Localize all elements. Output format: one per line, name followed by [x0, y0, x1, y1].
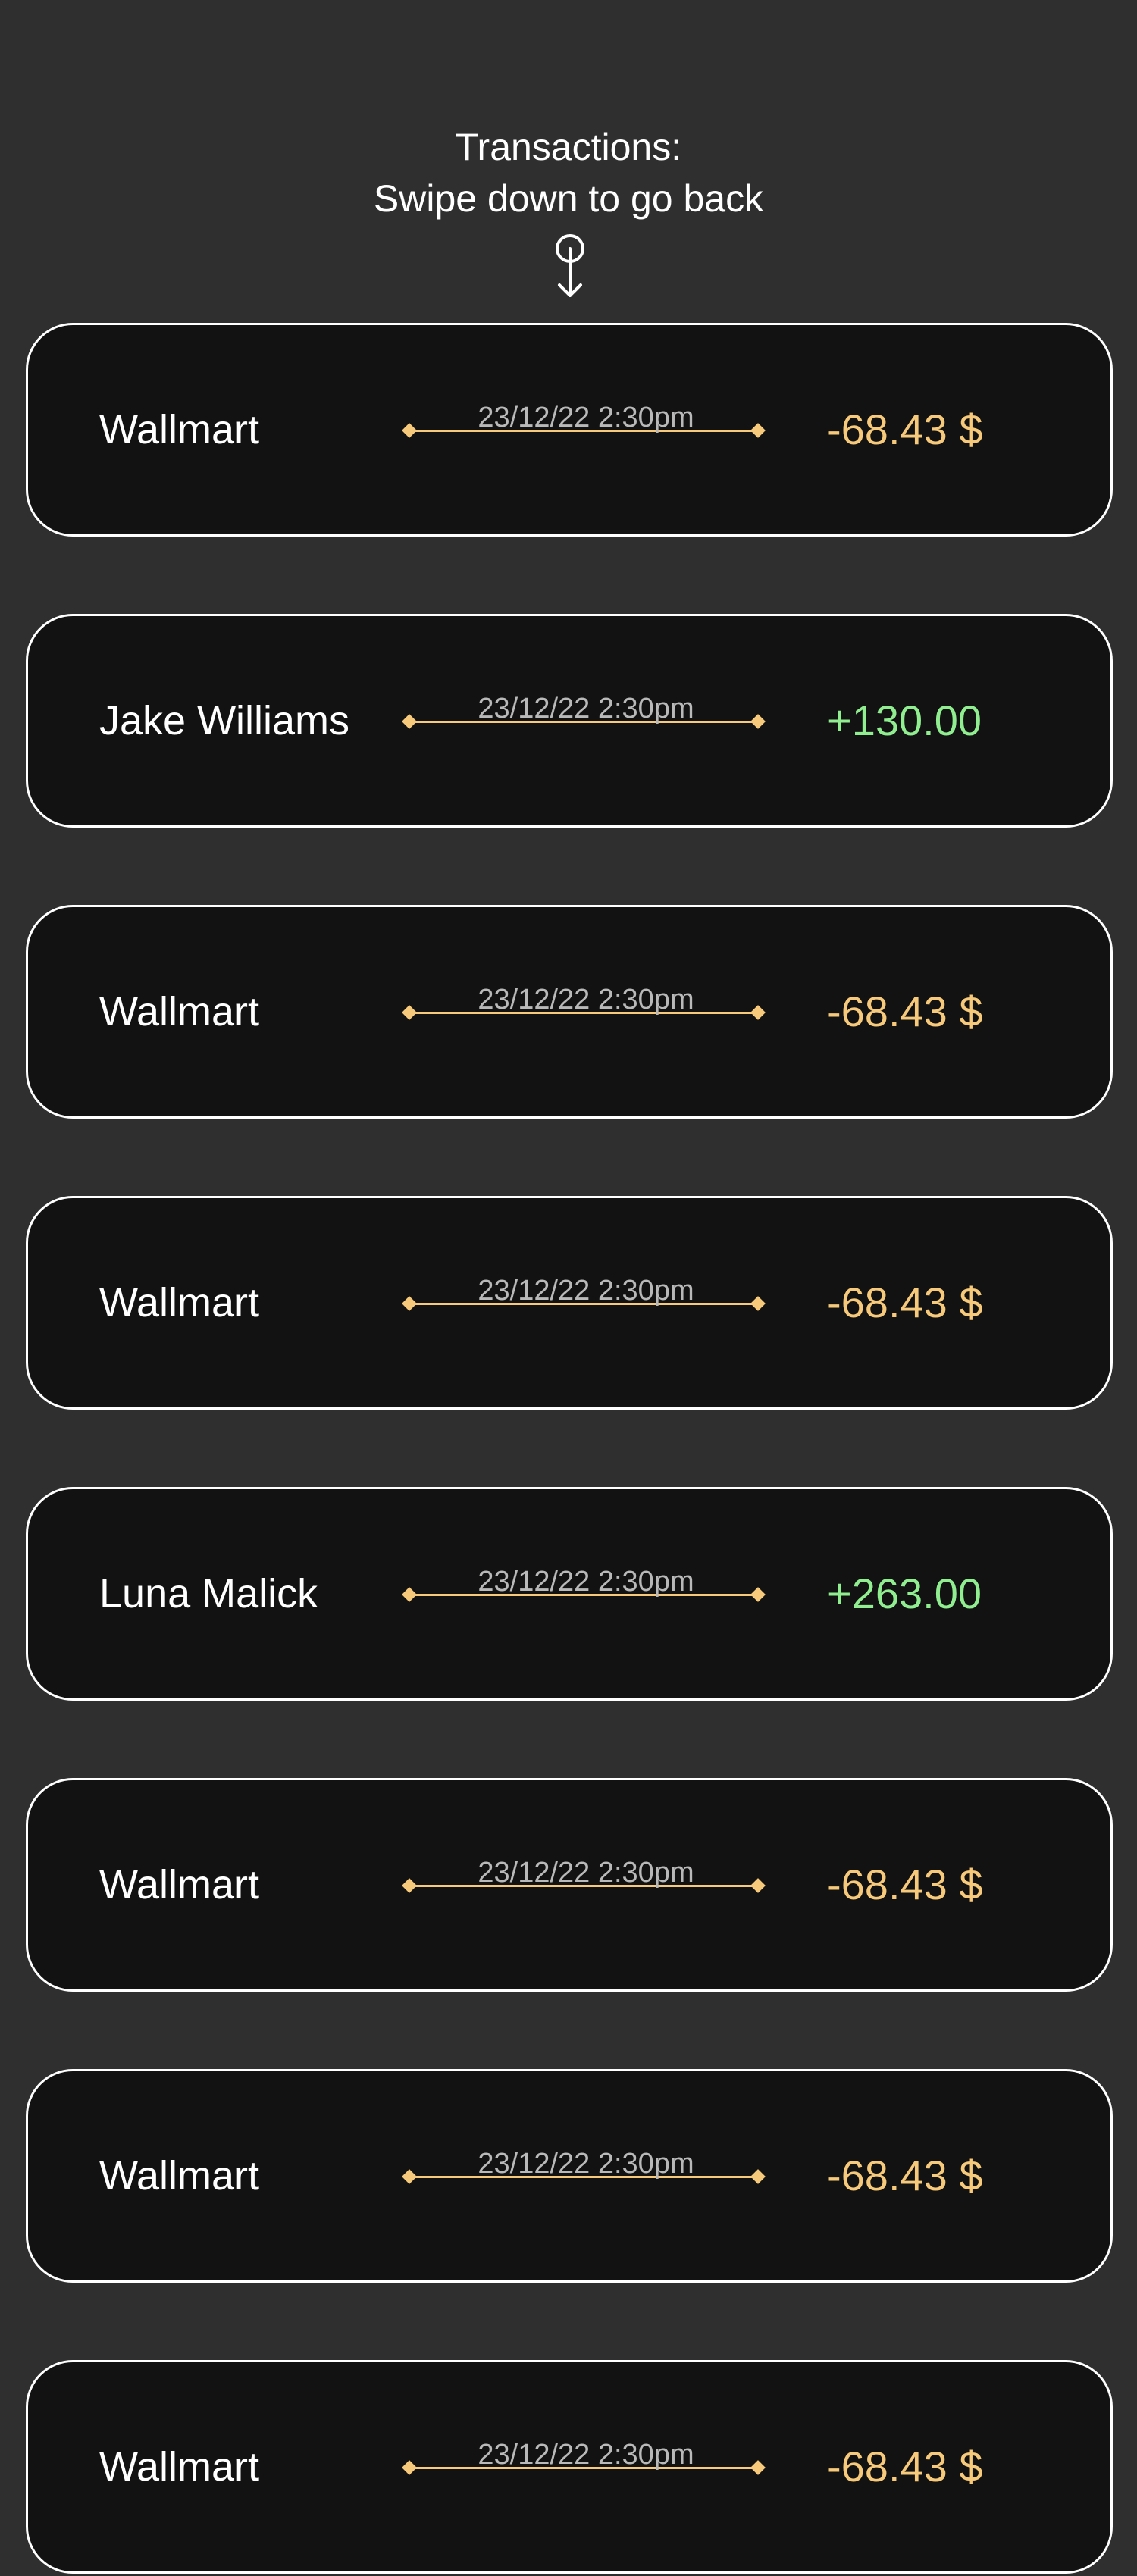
transaction-merchant: Wallmart: [99, 407, 259, 452]
transaction-amount: -68.43 $: [827, 405, 983, 453]
transaction-merchant: Wallmart: [99, 1280, 259, 1326]
transaction-timeline: 23/12/22 2:30pm: [381, 1856, 791, 1909]
transaction-card[interactable]: Wallmart 23/12/22 2:30pm -68.43 $: [26, 323, 1113, 537]
transaction-card[interactable]: Luna Malick 23/12/22 2:30pm +263.00: [26, 1487, 1113, 1701]
transaction-card[interactable]: Wallmart 23/12/22 2:30pm -68.43 $: [26, 2069, 1113, 2283]
transaction-merchant: Wallmart: [99, 1862, 259, 1908]
transaction-merchant: Wallmart: [99, 2153, 259, 2199]
transaction-merchant: Luna Malick: [99, 1571, 318, 1617]
transaction-card[interactable]: Jake Williams 23/12/22 2:30pm +130.00: [26, 614, 1113, 828]
page-header: Transactions: Swipe down to go back: [0, 121, 1137, 224]
transaction-date: 23/12/22 2:30pm: [478, 693, 694, 725]
transaction-card[interactable]: Wallmart 23/12/22 2:30pm -68.43 $: [26, 1196, 1113, 1410]
transaction-amount: -68.43 $: [827, 1279, 983, 1326]
transaction-timeline: 23/12/22 2:30pm: [381, 401, 791, 454]
swipe-down-icon[interactable]: [547, 232, 593, 300]
transaction-date: 23/12/22 2:30pm: [478, 1275, 694, 1307]
transaction-timeline: 23/12/22 2:30pm: [381, 2147, 791, 2200]
transaction-amount: +130.00: [827, 696, 982, 744]
transaction-amount: -68.43 $: [827, 2152, 983, 2199]
transaction-merchant: Wallmart: [99, 2444, 259, 2490]
transaction-merchant: Jake Williams: [99, 698, 350, 743]
transaction-date: 23/12/22 2:30pm: [478, 2439, 694, 2471]
transaction-date: 23/12/22 2:30pm: [478, 1566, 694, 1598]
transaction-timeline: 23/12/22 2:30pm: [381, 983, 791, 1036]
transaction-timeline: 23/12/22 2:30pm: [381, 692, 791, 745]
transaction-timeline: 23/12/22 2:30pm: [381, 1274, 791, 1327]
transaction-date: 23/12/22 2:30pm: [478, 402, 694, 434]
transaction-timeline: 23/12/22 2:30pm: [381, 2438, 791, 2491]
transaction-date: 23/12/22 2:30pm: [478, 2148, 694, 2180]
transaction-timeline: 23/12/22 2:30pm: [381, 1565, 791, 1618]
page-title: Transactions:: [455, 126, 682, 168]
transaction-card[interactable]: Wallmart 23/12/22 2:30pm -68.43 $: [26, 905, 1113, 1119]
transaction-amount: -68.43 $: [827, 1861, 983, 1908]
transaction-date: 23/12/22 2:30pm: [478, 984, 694, 1016]
transaction-amount: -68.43 $: [827, 988, 983, 1035]
transaction-amount: +263.00: [827, 1570, 982, 1617]
transaction-card[interactable]: Wallmart 23/12/22 2:30pm -68.43 $: [26, 1778, 1113, 1992]
swipe-hint: Swipe down to go back: [373, 177, 764, 220]
transaction-amount: -68.43 $: [827, 2443, 983, 2490]
transaction-card[interactable]: Wallmart 23/12/22 2:30pm -68.43 $: [26, 2360, 1113, 2574]
transaction-merchant: Wallmart: [99, 989, 259, 1034]
transaction-date: 23/12/22 2:30pm: [478, 1857, 694, 1889]
